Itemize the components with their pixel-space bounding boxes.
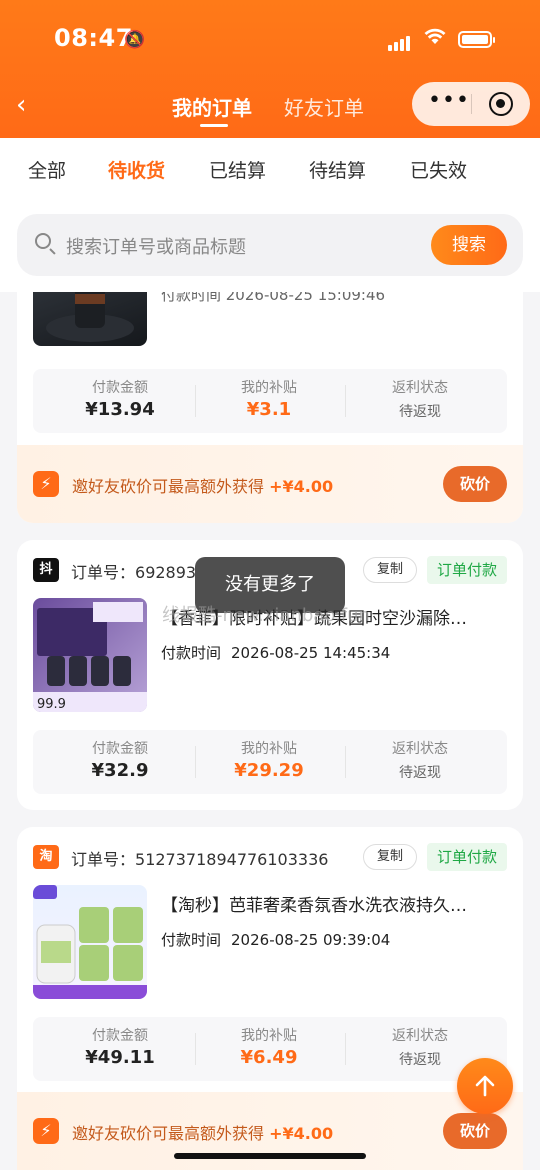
filter-tabs: 全部 待收货 已结算 待结算 已失效 (0, 138, 540, 200)
rebate-value: 待返现 (399, 404, 441, 420)
order-number: 订单号：5127371894776103336 (71, 850, 329, 869)
search-input[interactable]: 搜索订单号或商品标题 (66, 233, 246, 259)
rebate-label: 返利状态 (392, 1028, 448, 1044)
pay-time: 付款时间 2026-08-25 09:39:04 (161, 931, 391, 949)
back-icon[interactable]: ‹ (16, 90, 26, 120)
subsidy-value: ¥3.1 (246, 399, 292, 420)
product-thumbnail[interactable]: 99.9 (33, 598, 147, 712)
miniprogram-capsule: ••• (412, 82, 530, 126)
wifi-icon (424, 27, 446, 51)
filter-pending-settlement[interactable]: 待结算 (309, 156, 366, 183)
pay-time-partial: 付款时间 2026-08-25 15:09:46 (161, 292, 386, 304)
pay-amount-label: 付款金额 (92, 380, 148, 396)
pay-amount-label: 付款金额 (92, 1028, 148, 1044)
filter-invalid[interactable]: 已失效 (410, 156, 467, 183)
search-icon (35, 233, 51, 249)
rebate-label: 返利状态 (392, 741, 448, 757)
tab-active-indicator (200, 124, 228, 127)
product-title[interactable]: 【淘秒】芭菲奢柔香氛香水洗衣液持久… (161, 891, 501, 916)
copy-button[interactable]: 复制 (363, 844, 417, 870)
header: 08:47 🔕 ‹ 我的订单 好友订单 ••• (0, 0, 540, 138)
order-header: 淘 订单号：5127371894776103336 复制 订单付款 (33, 843, 507, 871)
subsidy-value: ¥29.29 (234, 760, 304, 781)
svg-text:99.9: 99.9 (37, 697, 66, 712)
pay-amount-value: ¥32.9 (91, 760, 149, 781)
bargain-button[interactable]: 砍价 (443, 466, 507, 502)
close-target-icon[interactable] (489, 92, 513, 116)
order-stats: 付款金额 ¥32.9 我的补贴 ¥29.29 返利状态待返现 (33, 730, 507, 794)
mute-bell-icon: 🔕 (124, 30, 146, 50)
product-thumbnail[interactable] (33, 885, 147, 999)
taobao-source-icon: 淘 (33, 845, 59, 869)
bargain-promo: ⚡ 邀好友砍价可最高额外获得 +¥4.00 砍价 (17, 445, 523, 523)
order-card: 付款时间 2026-08-25 15:09:46 付款金额 ¥13.94 我的补贴… (17, 292, 523, 523)
pay-amount-label: 付款金额 (92, 741, 148, 757)
battery-icon (458, 31, 495, 48)
rebate-label: 返利状态 (392, 380, 448, 396)
douyin-source-icon: 抖 (33, 558, 59, 582)
lightning-icon: ⚡ (33, 471, 59, 497)
nav-bar: ‹ 我的订单 好友订单 ••• (0, 80, 540, 130)
subsidy-label: 我的补贴 (241, 380, 297, 396)
pay-amount-value: ¥13.94 (85, 399, 155, 420)
rebate-value: 待返现 (399, 765, 441, 781)
order-stats: 付款金额 ¥13.94 我的补贴 ¥3.1 返利状态待返现 (33, 369, 507, 433)
product-thumbnail[interactable] (33, 292, 147, 346)
subsidy-label: 我的补贴 (241, 741, 297, 757)
home-indicator (174, 1153, 366, 1159)
search-bar: 搜索订单号或商品标题 搜索 (17, 214, 523, 276)
tab-my-orders[interactable]: 我的订单 (172, 92, 252, 121)
promo-text: 邀好友砍价可最高额外获得 +¥4.00 (72, 477, 334, 496)
subsidy-value: ¥6.49 (240, 1047, 298, 1068)
status-time: 08:47 (54, 24, 133, 52)
order-status-badge: 订单付款 (427, 556, 507, 584)
order-number: 订单号：692893 (71, 563, 197, 582)
order-card: 淘 订单号：5127371894776103336 复制 订单付款 【淘秒】芭菲… (17, 827, 523, 1170)
watermark-text: 线报酷-new.xianbao.fun (162, 605, 370, 626)
search-button[interactable]: 搜索 (431, 225, 507, 265)
filter-all[interactable]: 全部 (28, 156, 66, 183)
bargain-button[interactable]: 砍价 (443, 1113, 507, 1149)
filter-settled[interactable]: 已结算 (209, 156, 266, 183)
order-status-badge: 订单付款 (427, 843, 507, 871)
search-section: 搜索订单号或商品标题 搜索 (0, 200, 540, 292)
lightning-icon: ⚡ (33, 1118, 59, 1144)
subsidy-label: 我的补贴 (241, 1028, 297, 1044)
capsule-divider (471, 94, 472, 114)
copy-button[interactable]: 复制 (363, 557, 417, 583)
tab-friend-orders[interactable]: 好友订单 (284, 92, 364, 121)
promo-text: 邀好友砍价可最高额外获得 +¥4.00 (72, 1124, 334, 1143)
filter-pending-receipt[interactable]: 待收货 (108, 156, 165, 183)
order-stats: 付款金额 ¥49.11 我的补贴 ¥6.49 返利状态 待返现 (33, 1017, 507, 1081)
signal-icon (388, 32, 412, 51)
pay-amount-value: ¥49.11 (85, 1047, 155, 1068)
status-bar: 08:47 🔕 (0, 24, 540, 58)
pay-time: 付款时间 2026-08-25 14:45:34 (161, 644, 391, 662)
order-list[interactable]: 付款时间 2026-08-25 15:09:46 付款金额 ¥13.94 我的补贴… (0, 292, 540, 1170)
scroll-to-top-button[interactable] (457, 1058, 513, 1114)
arrow-up-icon (475, 1075, 495, 1097)
more-icon[interactable]: ••• (428, 88, 470, 113)
